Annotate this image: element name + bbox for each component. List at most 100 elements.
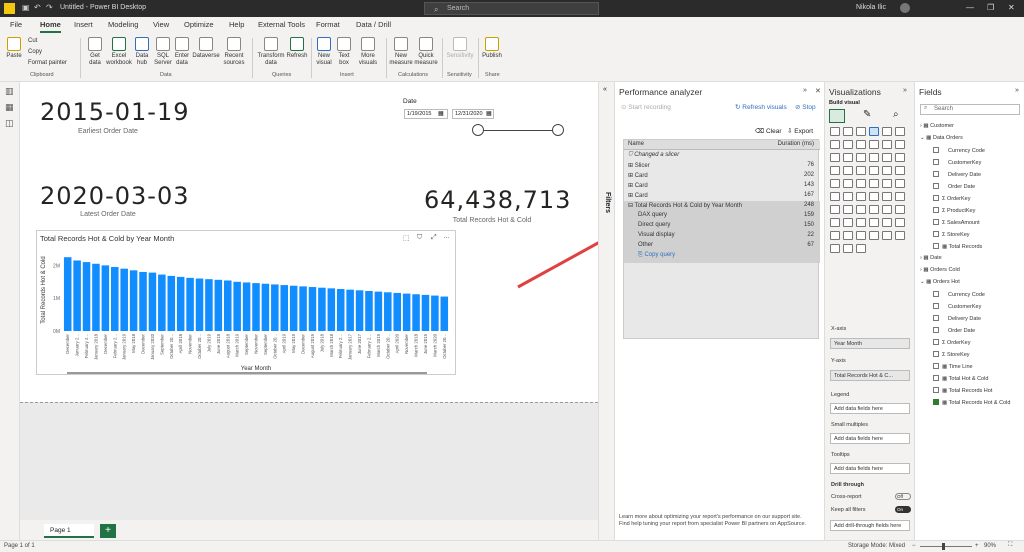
visual-type-icon[interactable]: [869, 166, 879, 175]
x-axis-field-well[interactable]: Year Month: [830, 338, 910, 349]
field-item[interactable]: ▦ Total Records Hot: [933, 387, 992, 394]
table-item[interactable]: ⌄ ▦ Orders Hot: [920, 279, 960, 285]
field-item[interactable]: Σ OrderKey: [933, 195, 970, 202]
visual-type-icon[interactable]: [843, 153, 853, 162]
export-button[interactable]: ⇩ Export: [787, 127, 813, 135]
field-item[interactable]: Σ SalesAmount: [933, 219, 980, 226]
field-checkbox[interactable]: [933, 171, 939, 177]
perf-footer-support[interactable]: Learn more about optimizing your report'…: [619, 514, 823, 521]
expand-plus-icon[interactable]: ⊞: [628, 163, 633, 169]
field-item[interactable]: Order Date: [933, 327, 975, 334]
field-item[interactable]: Σ OrderKey: [933, 339, 970, 346]
collapse-icon[interactable]: »: [1015, 87, 1019, 94]
visual-type-icon[interactable]: [895, 179, 905, 188]
field-checkbox[interactable]: [933, 327, 939, 333]
visual-type-icon[interactable]: [882, 179, 892, 188]
table-row[interactable]: ⊞ Card 167: [624, 191, 820, 201]
table-row[interactable]: ⊞ Card 143: [624, 181, 820, 191]
field-item[interactable]: ▦ Time Line: [933, 363, 973, 370]
visual-type-icon[interactable]: [843, 244, 853, 253]
cross-report-toggle[interactable]: Off: [895, 493, 911, 500]
visual-type-icon[interactable]: [869, 192, 879, 201]
visual-type-icon[interactable]: [843, 192, 853, 201]
copy-query-link[interactable]: ⎘ Copy query: [638, 252, 675, 259]
filters-label[interactable]: Filters: [604, 192, 611, 213]
visual-type-icon[interactable]: [856, 231, 866, 240]
visual-type-icon[interactable]: [882, 127, 892, 136]
field-item[interactable]: Order Date: [933, 183, 975, 190]
field-checkbox[interactable]: [933, 231, 939, 237]
field-item[interactable]: ▦ Total Records: [933, 243, 982, 250]
visual-type-icon[interactable]: [882, 218, 892, 227]
field-item[interactable]: Σ StoreKey: [933, 231, 970, 238]
zoom-out-icon[interactable]: −: [912, 543, 916, 549]
visual-type-icon[interactable]: [856, 153, 866, 162]
visual-type-icon[interactable]: [856, 166, 866, 175]
format-visual-tab-icon[interactable]: ✎: [863, 109, 871, 120]
visual-type-icon[interactable]: [882, 205, 892, 214]
visual-type-icon[interactable]: [882, 166, 892, 175]
visual-type-icon[interactable]: [830, 140, 840, 149]
visual-type-icon[interactable]: [856, 179, 866, 188]
visual-type-icon[interactable]: [869, 231, 879, 240]
start-recording-button[interactable]: ⊙ Start recording: [621, 103, 671, 111]
field-item[interactable]: Delivery Date: [933, 171, 981, 178]
y-axis-field-well[interactable]: Total Records Hot & C...: [830, 370, 910, 381]
visual-type-icon[interactable]: [869, 179, 879, 188]
table-row[interactable]: Visual display 22: [624, 231, 820, 241]
collapse-icon[interactable]: »: [803, 87, 807, 94]
table-row[interactable]: ⊞ Card 202: [624, 171, 820, 181]
visual-type-icon[interactable]: [856, 218, 866, 227]
visual-type-icon[interactable]: [895, 205, 905, 214]
fit-page-icon[interactable]: ⛶: [1008, 542, 1012, 549]
visual-type-icon[interactable]: [882, 153, 892, 162]
visual-type-icon[interactable]: [895, 231, 905, 240]
zoom-slider-handle[interactable]: [942, 543, 945, 550]
build-visual-tab-icon[interactable]: [829, 109, 845, 123]
legend-field-well[interactable]: Add data fields here: [830, 403, 910, 414]
visual-type-icon[interactable]: [843, 127, 853, 136]
table-row[interactable]: Other 67: [624, 241, 820, 251]
refresh-visuals-button[interactable]: ↻ Refresh visuals: [735, 103, 787, 111]
table-row[interactable]: ⎘ Copy query: [624, 251, 820, 263]
visual-type-icon[interactable]: [895, 153, 905, 162]
small-multiples-field-well[interactable]: Add data fields here: [830, 433, 910, 444]
visual-type-icon[interactable]: [843, 166, 853, 175]
storage-mode[interactable]: Storage Mode: Mixed: [848, 543, 905, 549]
field-checkbox[interactable]: [933, 339, 939, 345]
field-item[interactable]: ▦ Total Hot & Cold: [933, 375, 988, 382]
table-row-selected[interactable]: ⊟ Total Records Hot & Cold by Year Month…: [624, 201, 820, 211]
expand-plus-icon[interactable]: ⊞: [628, 183, 633, 189]
field-checkbox[interactable]: [933, 303, 939, 309]
field-item[interactable]: Σ ProductKey: [933, 207, 975, 214]
visual-type-icon[interactable]: [869, 218, 879, 227]
field-item[interactable]: CustomerKey: [933, 303, 981, 310]
expand-plus-icon[interactable]: ⊞: [628, 173, 633, 179]
visual-type-icon[interactable]: [830, 244, 840, 253]
field-checkbox[interactable]: [933, 207, 939, 213]
field-checkbox[interactable]: [933, 315, 939, 321]
fields-search-input[interactable]: ⌕ Search: [920, 104, 1020, 115]
field-checkbox[interactable]: [933, 363, 939, 369]
visual-type-icon[interactable]: [843, 205, 853, 214]
visual-type-icon[interactable]: [869, 153, 879, 162]
collapse-minus-icon[interactable]: ⊟: [628, 203, 633, 209]
table-item[interactable]: › ▦ Customer: [920, 123, 954, 129]
table-row[interactable]: ⊞ Slicer 76: [624, 161, 820, 171]
visual-type-icon[interactable]: [830, 153, 840, 162]
table-row[interactable]: Direct query 150: [624, 221, 820, 231]
table-row[interactable]: ⛉ Changed a slicer: [624, 151, 820, 161]
expand-filters-icon[interactable]: «: [603, 86, 607, 93]
keep-all-filters-toggle[interactable]: On: [895, 506, 911, 513]
table-row[interactable]: DAX query 159: [624, 211, 820, 221]
expand-plus-icon[interactable]: ⊞: [628, 193, 633, 199]
field-checkbox[interactable]: [933, 183, 939, 189]
field-checkbox[interactable]: [933, 147, 939, 153]
clear-button[interactable]: ⌫ Clear: [755, 127, 782, 135]
collapse-icon[interactable]: »: [903, 87, 907, 94]
field-checkbox[interactable]: [933, 195, 939, 201]
field-item[interactable]: Σ StoreKey: [933, 351, 970, 358]
visual-type-icon[interactable]: [843, 231, 853, 240]
field-item[interactable]: CustomerKey: [933, 159, 981, 166]
visual-type-icon[interactable]: [895, 140, 905, 149]
